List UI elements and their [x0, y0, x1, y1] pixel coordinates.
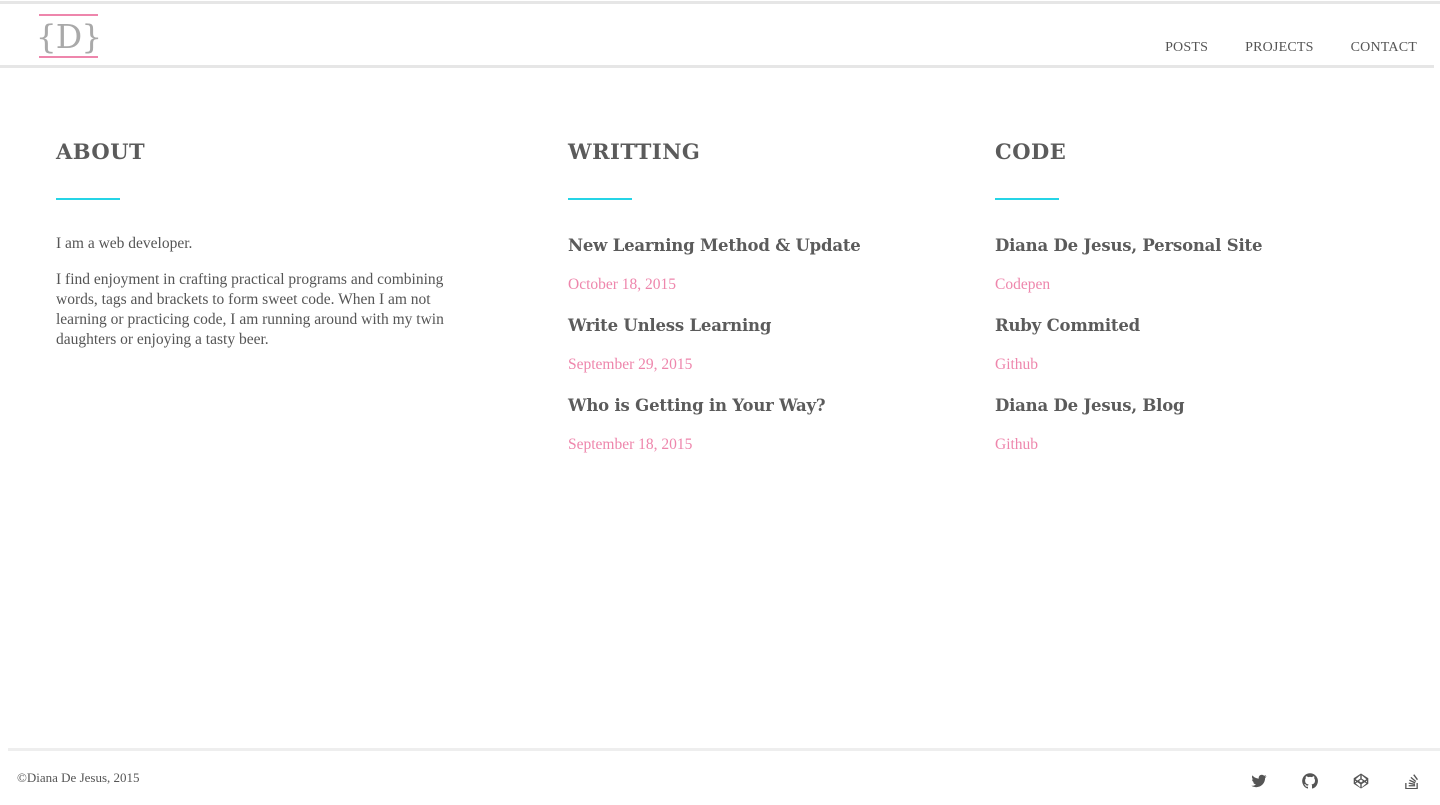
project-title-link[interactable]: Ruby Commited [995, 314, 1375, 338]
writing-title-underline [568, 198, 632, 200]
post-date: September 29, 2015 [568, 356, 693, 373]
post-title-link[interactable]: Who is Getting in Your Way? [568, 394, 948, 418]
about-paragraph: I am a web developer. [56, 235, 193, 252]
about-title: ABOUT [56, 139, 146, 164]
project-list: Diana De Jesus, Personal Site Codepen Ru… [995, 234, 1375, 455]
post-title-link[interactable]: New Learning Method & Update [568, 234, 948, 258]
logo-text: {D} [35, 16, 102, 56]
about-section: ABOUT I am a web developer. I find enjoy… [56, 138, 476, 366]
social-links [1216, 773, 1420, 789]
post-date: September 18, 2015 [568, 436, 693, 453]
site-footer: ©Diana De Jesus, 2015 [8, 748, 1440, 805]
about-title-underline [56, 198, 120, 200]
stackoverflow-icon [1405, 774, 1418, 789]
about-paragraph: I find enjoyment in crafting practical p… [56, 271, 444, 348]
main-nav: POSTS PROJECTS CONTACT [1128, 40, 1417, 56]
twitter-icon [1251, 774, 1267, 788]
writing-title: WRITTING [568, 139, 701, 164]
post-title-link[interactable]: Write Unless Learning [568, 314, 948, 338]
github-link[interactable] [1302, 773, 1318, 789]
project-title-link[interactable]: Diana De Jesus, Blog [995, 394, 1375, 418]
stackoverflow-link[interactable] [1404, 773, 1420, 789]
nav-projects-link[interactable]: PROJECTS [1245, 40, 1314, 56]
nav-posts-link[interactable]: POSTS [1165, 40, 1208, 56]
post-date: October 18, 2015 [568, 276, 677, 293]
code-title: CODE [995, 139, 1067, 164]
project-source-link[interactable]: Github [995, 435, 1375, 455]
project-source-link[interactable]: Github [995, 355, 1375, 375]
codepen-icon [1353, 773, 1369, 789]
site-header: {D} POSTS PROJECTS CONTACT [0, 4, 1434, 68]
codepen-link[interactable] [1353, 773, 1369, 789]
about-text: I am a web developer. I find enjoyment i… [56, 234, 476, 350]
code-section: CODE Diana De Jesus, Personal Site Codep… [995, 138, 1375, 474]
project-title-link[interactable]: Diana De Jesus, Personal Site [995, 234, 1375, 258]
writing-section: WRITTING New Learning Method & Update Oc… [568, 138, 948, 474]
github-icon [1302, 773, 1318, 789]
post-list: New Learning Method & Update October 18,… [568, 234, 948, 455]
twitter-link[interactable] [1251, 773, 1267, 789]
nav-contact-link[interactable]: CONTACT [1351, 40, 1417, 56]
copyright-text: ©Diana De Jesus, 2015 [17, 770, 140, 785]
site-logo[interactable]: {D} [35, 14, 102, 58]
project-source-link[interactable]: Codepen [995, 275, 1375, 295]
code-title-underline [995, 198, 1059, 200]
